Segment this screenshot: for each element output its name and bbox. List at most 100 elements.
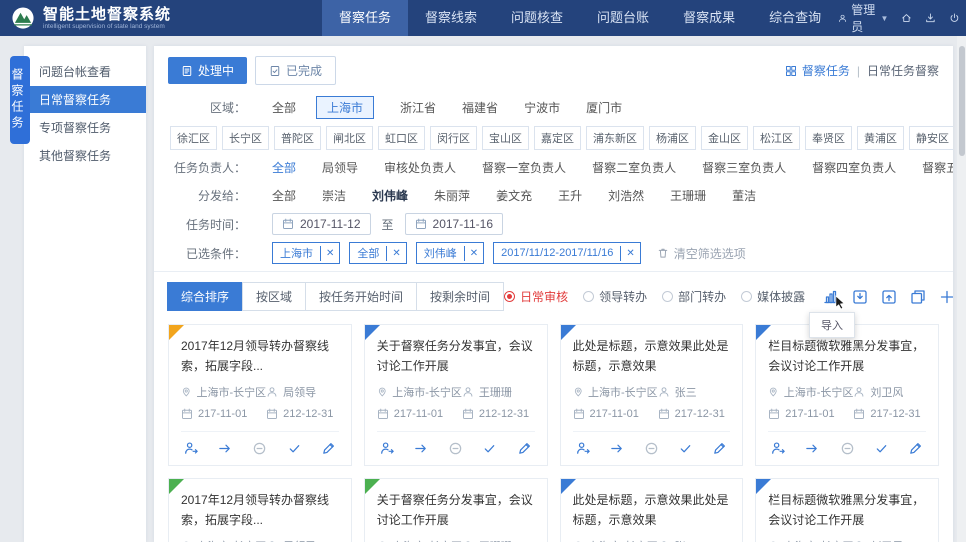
sidebar-item[interactable]: 问题台帐查看 (24, 58, 146, 85)
transfer-icon[interactable] (380, 441, 395, 456)
task-card[interactable]: 栏目标题微软雅黑分发事宜，会议讨论工作开展 上海市-长宁区 (755, 324, 939, 466)
district-option[interactable]: 静安区 (909, 126, 953, 150)
top-nav-item[interactable]: 问题核查 (494, 0, 580, 36)
district-option[interactable]: 闸北区 (326, 126, 373, 150)
forward-icon[interactable] (414, 441, 429, 456)
district-option[interactable]: 闵行区 (430, 126, 477, 150)
task-card[interactable]: 此处是标题，示意效果此处是标题，示意效果 上海市-长宁区 (560, 478, 744, 542)
district-option[interactable]: 杨浦区 (649, 126, 696, 150)
tag-close-icon[interactable]: ✕ (620, 246, 639, 261)
forward-icon[interactable] (218, 441, 233, 456)
home-icon[interactable] (901, 11, 912, 25)
district-option[interactable]: 浦东新区 (586, 126, 644, 150)
edit-icon[interactable] (321, 441, 336, 456)
task-card[interactable]: 栏目标题微软雅黑分发事宜，会议讨论工作开展 上海市-长宁区 (755, 478, 939, 542)
sort-tab[interactable]: 按剩余时间 (416, 282, 504, 311)
district-option[interactable]: 奉贤区 (805, 126, 852, 150)
owner-option[interactable]: 督察一室负责人 (482, 157, 566, 178)
tag-close-icon[interactable]: ✕ (386, 246, 405, 261)
district-option[interactable]: 长宁区 (222, 126, 269, 150)
district-option[interactable]: 虹口区 (378, 126, 425, 150)
district-option[interactable]: 金山区 (701, 126, 748, 150)
suspend-icon[interactable] (644, 441, 659, 456)
edit-icon[interactable] (517, 441, 532, 456)
region-option[interactable]: 厦门市 (586, 97, 622, 118)
owner-option[interactable]: 局领导 (322, 157, 358, 178)
district-option[interactable]: 宝山区 (482, 126, 529, 150)
dispatch-option[interactable]: 董洁 (732, 185, 756, 206)
suspend-icon[interactable] (840, 441, 855, 456)
district-option[interactable]: 松江区 (753, 126, 800, 150)
top-nav-item[interactable]: 综合查询 (752, 0, 838, 36)
region-option[interactable]: 上海市 (316, 96, 374, 119)
type-radio[interactable]: 媒体披露 (741, 288, 805, 305)
top-nav-item[interactable]: 督察任务 (322, 0, 408, 36)
user-menu[interactable]: 管理员 ▼ (838, 1, 888, 35)
type-radio[interactable]: 日常审核 (504, 288, 568, 305)
dispatch-option[interactable]: 王珊珊 (670, 185, 706, 206)
region-option[interactable]: 浙江省 (400, 97, 436, 118)
forward-icon[interactable] (610, 441, 625, 456)
dispatch-option[interactable]: 王升 (558, 185, 582, 206)
date-from-input[interactable]: 2017-11-12 (272, 213, 371, 235)
owner-option[interactable]: 督察二室负责人 (592, 157, 676, 178)
district-option[interactable]: 嘉定区 (534, 126, 581, 150)
region-option[interactable]: 宁波市 (524, 97, 560, 118)
export-icon[interactable] (881, 289, 897, 305)
scrollbar-thumb[interactable] (959, 46, 965, 156)
sidebar-item[interactable]: 其他督察任务 (24, 142, 146, 169)
dispatch-option[interactable]: 朱丽萍 (434, 185, 470, 206)
tag-close-icon[interactable]: ✕ (464, 246, 483, 261)
suspend-icon[interactable] (448, 441, 463, 456)
task-card[interactable]: 2017年12月领导转办督察线索，拓展字段... 上海市-长宁区 (168, 478, 352, 542)
type-radio[interactable]: 领导转办 (583, 288, 647, 305)
dispatch-option[interactable]: 崇洁 (322, 185, 346, 206)
task-card[interactable]: 2017年12月领导转办督察线索，拓展字段... 上海市-长宁区 (168, 324, 352, 466)
top-nav-item[interactable]: 督察成果 (666, 0, 752, 36)
owner-option[interactable]: 督察五室负责人 (922, 157, 953, 178)
sidebar-item[interactable]: 专项督察任务 (24, 114, 146, 141)
suspend-icon[interactable] (252, 441, 267, 456)
breadcrumb-root[interactable]: 督察任务 (802, 62, 850, 79)
transfer-icon[interactable] (576, 441, 591, 456)
district-option[interactable]: 普陀区 (274, 126, 321, 150)
district-option[interactable]: 黄浦区 (857, 126, 904, 150)
clear-filters-button[interactable]: 清空筛选选项 (657, 245, 746, 262)
edit-icon[interactable] (908, 441, 923, 456)
complete-icon[interactable] (678, 441, 693, 456)
owner-option[interactable]: 审核处负责人 (384, 157, 456, 178)
tab-processing[interactable]: 处理中 (168, 57, 247, 84)
task-card[interactable]: 关于督察任务分发事宜，会议讨论工作开展 上海市-长宁区 (364, 324, 548, 466)
district-option[interactable]: 徐汇区 (170, 126, 217, 150)
top-nav-item[interactable]: 督察线索 (408, 0, 494, 36)
owner-option[interactable]: 督察四室负责人 (812, 157, 896, 178)
transfer-icon[interactable] (771, 441, 786, 456)
sidebar-vertical-tab[interactable]: 督察任务 (10, 56, 30, 144)
date-to-input[interactable]: 2017-11-16 (405, 213, 504, 235)
import-icon[interactable] (852, 289, 868, 305)
region-option[interactable]: 福建省 (462, 97, 498, 118)
add-icon[interactable] (939, 289, 953, 305)
sort-tab[interactable]: 综合排序 (167, 282, 243, 311)
dispatch-option[interactable]: 姜文充 (496, 185, 532, 206)
copy-icon[interactable] (910, 289, 926, 305)
tag-close-icon[interactable]: ✕ (320, 246, 339, 261)
owner-option[interactable]: 全部 (272, 157, 296, 178)
sort-tab[interactable]: 按任务开始时间 (305, 282, 417, 311)
complete-icon[interactable] (482, 441, 497, 456)
dispatch-option[interactable]: 刘浩然 (608, 185, 644, 206)
download-icon[interactable] (925, 11, 936, 25)
complete-icon[interactable] (287, 441, 302, 456)
power-icon[interactable] (949, 11, 960, 25)
tab-done[interactable]: 已完成 (255, 56, 336, 85)
owner-option[interactable]: 督察三室负责人 (702, 157, 786, 178)
transfer-icon[interactable] (184, 441, 199, 456)
edit-icon[interactable] (712, 441, 727, 456)
forward-icon[interactable] (805, 441, 820, 456)
type-radio[interactable]: 部门转办 (662, 288, 726, 305)
task-card[interactable]: 关于督察任务分发事宜，会议讨论工作开展 上海市-长宁区 (364, 478, 548, 542)
task-card[interactable]: 此处是标题，示意效果此处是标题，示意效果 上海市-长宁区 (560, 324, 744, 466)
dispatch-option[interactable]: 全部 (272, 185, 296, 206)
dispatch-option[interactable]: 刘伟峰 (372, 185, 408, 206)
complete-icon[interactable] (874, 441, 889, 456)
